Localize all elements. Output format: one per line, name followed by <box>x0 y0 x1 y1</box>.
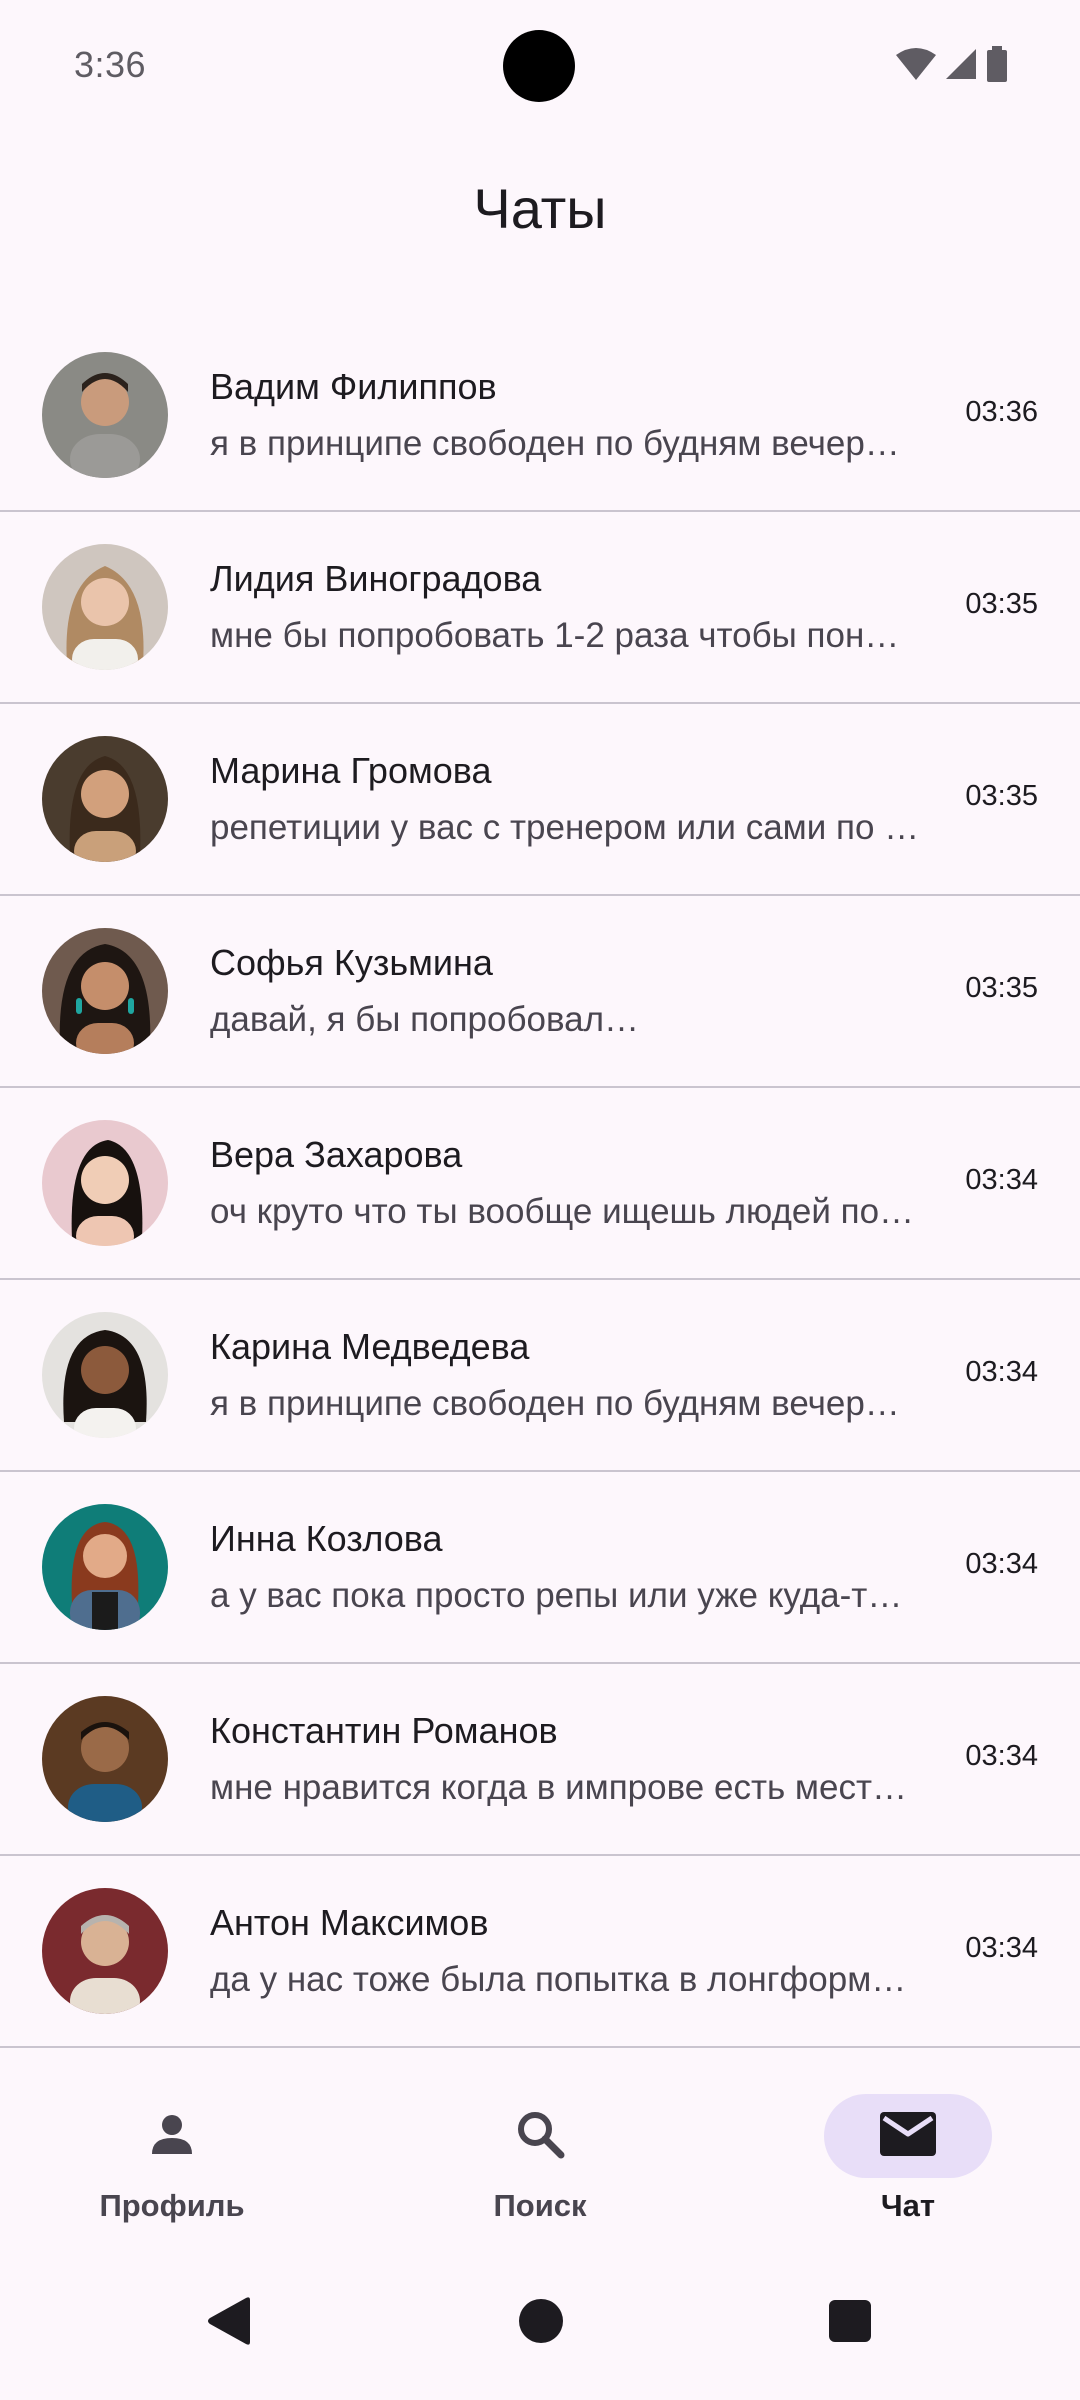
avatar <box>42 352 168 478</box>
chat-preview: я в принципе свободен по будням вечер… <box>210 1384 900 1423</box>
chat-row[interactable]: Вадим Филиппов я в принципе свободен по … <box>0 320 1080 512</box>
avatar <box>42 736 168 862</box>
chat-name: Антон Максимов <box>210 1902 489 1943</box>
avatar <box>42 1312 168 1438</box>
chat-time: 03:34 <box>965 1356 1038 1388</box>
avatar <box>42 928 168 1054</box>
avatar <box>42 1120 168 1246</box>
chat-time: 03:36 <box>965 396 1038 428</box>
chat-preview: оч круто что ты вообще ищешь людей по… <box>210 1192 915 1231</box>
battery-icon <box>986 46 1008 82</box>
chat-name: Лидия Виноградова <box>210 558 542 599</box>
chat-row[interactable]: Лидия Виноградова мне бы попробовать 1-2… <box>0 512 1080 704</box>
chat-time: 03:34 <box>965 1932 1038 1964</box>
page-title: Чаты <box>473 177 607 240</box>
back-icon[interactable] <box>206 2296 252 2351</box>
bottom-navigation: Профиль Поиск Чат <box>0 2058 1080 2248</box>
nav-icon-container <box>824 2094 992 2178</box>
chat-row[interactable]: Софья Кузьмина давай, я бы попробовал… 0… <box>0 896 1080 1088</box>
chat-row[interactable]: Марина Громова репетиции у вас с тренеро… <box>0 704 1080 896</box>
home-icon[interactable] <box>518 2298 564 2349</box>
chat-time: 03:34 <box>965 1740 1038 1772</box>
avatar <box>42 1696 168 1822</box>
chat-preview: давай, я бы попробовал… <box>210 1000 640 1039</box>
chat-time: 03:34 <box>965 1164 1038 1196</box>
chat-preview: репетиции у вас с тренером или сами по … <box>210 808 920 847</box>
chat-time: 03:35 <box>965 780 1038 812</box>
nav-label: Профиль <box>99 2188 245 2223</box>
chat-row[interactable]: Константин Романов мне нравится когда в … <box>0 1664 1080 1856</box>
chat-name: Вера Захарова <box>210 1134 463 1175</box>
system-navigation <box>0 2260 1080 2400</box>
chat-row[interactable]: Инна Козлова а у вас пока просто репы ил… <box>0 1472 1080 1664</box>
chat-row[interactable]: Вера Захарова оч круто что ты вообще ище… <box>0 1088 1080 1280</box>
chat-preview: мне бы попробовать 1-2 раза чтобы пон… <box>210 616 900 655</box>
camera-cutout <box>503 30 575 102</box>
chat-preview: мне нравится когда в импрове есть мест… <box>210 1768 907 1807</box>
chat-row[interactable]: Антон Максимов да у нас тоже была попытк… <box>0 1856 1080 2048</box>
chat-name: Вадим Филиппов <box>210 366 497 407</box>
wifi-icon <box>896 47 936 81</box>
nav-icon-container <box>456 2094 624 2178</box>
signal-icon <box>944 47 978 81</box>
chat-time: 03:35 <box>965 588 1038 620</box>
avatar <box>42 544 168 670</box>
chat-preview: я в принципе свободен по будням вечер… <box>210 424 900 463</box>
chat-preview: да у нас тоже была попытка в лонгформ… <box>210 1960 907 1999</box>
chat-preview: а у вас пока просто репы или уже куда-т… <box>210 1576 903 1615</box>
chat-row[interactable]: Карина Медведева я в принципе свободен п… <box>0 1280 1080 1472</box>
avatar <box>42 1504 168 1630</box>
mail-icon <box>880 2111 936 2161</box>
nav-item-profile[interactable]: Профиль <box>72 2094 272 2234</box>
chat-name: Марина Громова <box>210 750 492 791</box>
chat-time: 03:34 <box>965 1548 1038 1580</box>
chat-name: Константин Романов <box>210 1710 558 1751</box>
avatar <box>42 1888 168 2014</box>
chat-name: Софья Кузьмина <box>210 942 493 983</box>
chat-list: Вадим Филиппов я в принципе свободен по … <box>0 320 1080 2048</box>
recents-icon[interactable] <box>829 2300 871 2347</box>
chat-name: Карина Медведева <box>210 1326 530 1367</box>
search-icon <box>515 2109 565 2164</box>
chat-name: Инна Козлова <box>210 1518 443 1559</box>
nav-item-chat[interactable]: Чат <box>808 2094 1008 2234</box>
person-icon <box>148 2110 196 2163</box>
nav-label: Поиск <box>493 2188 587 2223</box>
nav-item-search[interactable]: Поиск <box>440 2094 640 2234</box>
status-bar: 3:36 <box>0 0 1080 130</box>
nav-icon-container <box>88 2094 256 2178</box>
status-icons <box>896 46 1008 82</box>
status-time: 3:36 <box>74 44 147 85</box>
nav-label: Чат <box>880 2188 936 2223</box>
chat-time: 03:35 <box>965 972 1038 1004</box>
